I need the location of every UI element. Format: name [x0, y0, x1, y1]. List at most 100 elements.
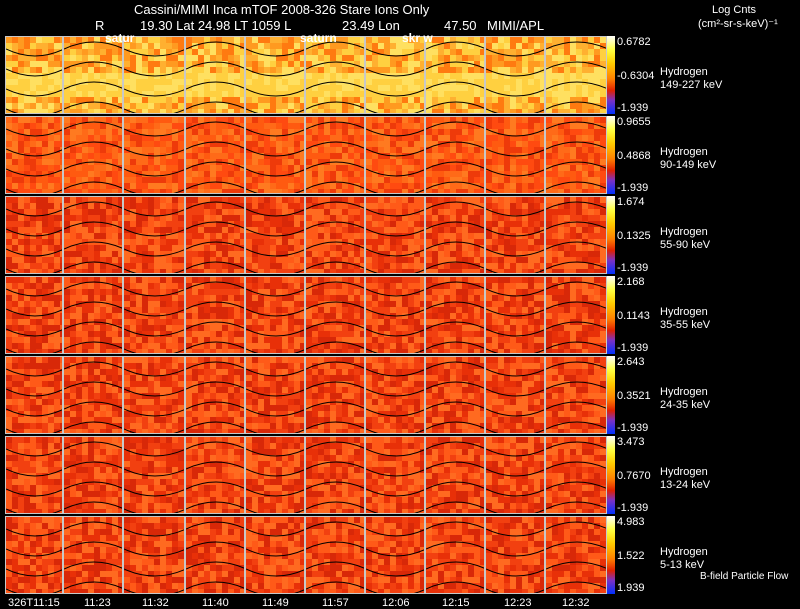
image-cell [245, 356, 305, 434]
image-cell [365, 196, 425, 274]
colorbar-max: 2.168 [617, 276, 645, 288]
image-cell [485, 516, 545, 594]
image-cell [485, 436, 545, 514]
colorbar-max: 2.643 [617, 356, 645, 368]
species-name: Hydrogen [660, 146, 708, 158]
image-cell [123, 276, 185, 354]
image-cell [485, 356, 545, 434]
image-cell [123, 356, 185, 434]
image-cell [365, 436, 425, 514]
image-cell [245, 276, 305, 354]
time-tick: 11:23 [84, 597, 111, 609]
colorbar-mid: 0.4868 [617, 150, 651, 162]
image-cell [365, 116, 425, 194]
source-label: MIMI/APL [487, 18, 545, 33]
colorbar-min: 1.939 [617, 582, 645, 594]
image-cell [425, 276, 485, 354]
time-tick: 12:15 [442, 597, 470, 609]
colorbar-min: -1.939 [617, 102, 649, 114]
colorbar-min: -1.939 [617, 342, 649, 354]
image-cell [425, 436, 485, 514]
image-cell [185, 356, 245, 434]
image-cell [245, 516, 305, 594]
energy-row [5, 516, 607, 594]
orbit-info: 19.30 Lat 24.98 LT 1059 L [140, 18, 292, 33]
energy-label: Hydrogen 55-90 keV [660, 226, 710, 252]
species-name: Hydrogen [660, 66, 708, 78]
saturn-label: satur [105, 31, 135, 45]
energy-range: 24-35 keV [660, 399, 711, 411]
image-cell [425, 516, 485, 594]
colorbar-min: -1.939 [617, 422, 649, 434]
time-tick: 11:40 [202, 597, 229, 609]
time-tick: 11:49 [262, 597, 289, 609]
image-cell [123, 516, 185, 594]
image-cell [425, 196, 485, 274]
energy-range: 55-90 keV [660, 239, 711, 251]
image-cell [545, 516, 607, 594]
image-cell [63, 516, 123, 594]
colorbar-mid: 0.7670 [617, 470, 651, 482]
image-cell [185, 36, 245, 114]
colorbar-max: 4.983 [617, 516, 645, 528]
image-cell [305, 36, 365, 114]
energy-row [5, 116, 607, 194]
image-cell [305, 356, 365, 434]
colorbar [607, 436, 615, 514]
colorbar-min: -1.939 [617, 502, 649, 514]
units-label: (cm²-sr-s-keV)⁻¹ [698, 18, 778, 30]
image-cell [365, 276, 425, 354]
colorbar-mid: 1.522 [617, 550, 645, 562]
saturn-label: saturn [300, 31, 337, 45]
image-cell [63, 36, 123, 114]
image-cell [245, 116, 305, 194]
energy-row [5, 356, 607, 434]
image-cell [185, 196, 245, 274]
image-cell [545, 116, 607, 194]
image-cell [545, 276, 607, 354]
image-panel-grid [5, 36, 607, 596]
image-cell [123, 116, 185, 194]
time-tick: 12:06 [382, 597, 410, 609]
image-cell [5, 116, 63, 194]
image-cell [425, 36, 485, 114]
colorbar [607, 356, 615, 434]
image-cell [365, 356, 425, 434]
image-cell [425, 116, 485, 194]
image-cell [63, 116, 123, 194]
footer-label: B-field Particle Flow [700, 571, 789, 582]
colorbar-mid: -0.6304 [617, 70, 655, 82]
species-name: Hydrogen [660, 386, 708, 398]
time-tick: 12:32 [562, 597, 590, 609]
energy-label: Hydrogen 24-35 keV [660, 386, 710, 412]
colorbar-max: 0.9655 [617, 116, 651, 128]
energy-row [5, 436, 607, 514]
image-cell [245, 196, 305, 274]
energy-label: Hydrogen 5-13 keV [660, 546, 708, 572]
units-title: Log Cnts [712, 4, 757, 16]
image-cell [123, 436, 185, 514]
image-cell [545, 36, 607, 114]
image-cell [63, 276, 123, 354]
image-cell [5, 36, 63, 114]
image-cell [365, 516, 425, 594]
time-tick: 11:57 [322, 597, 349, 609]
image-cell [5, 356, 63, 434]
colorbar-max: 3.473 [617, 436, 645, 448]
energy-range: 35-55 keV [660, 319, 711, 331]
image-cell [305, 116, 365, 194]
image-cell [5, 516, 63, 594]
r-label: R [95, 18, 105, 33]
image-cell [365, 36, 425, 114]
species-name: Hydrogen [660, 306, 708, 318]
energy-range: 13-24 keV [660, 479, 711, 491]
image-cell [63, 436, 123, 514]
image-cell [305, 516, 365, 594]
colorbar-mid: 0.1325 [617, 230, 651, 242]
image-cell [63, 196, 123, 274]
image-cell [5, 276, 63, 354]
energy-label: Hydrogen 149-227 keV [660, 66, 722, 92]
image-cell [545, 436, 607, 514]
image-cell [245, 436, 305, 514]
image-cell [123, 36, 185, 114]
